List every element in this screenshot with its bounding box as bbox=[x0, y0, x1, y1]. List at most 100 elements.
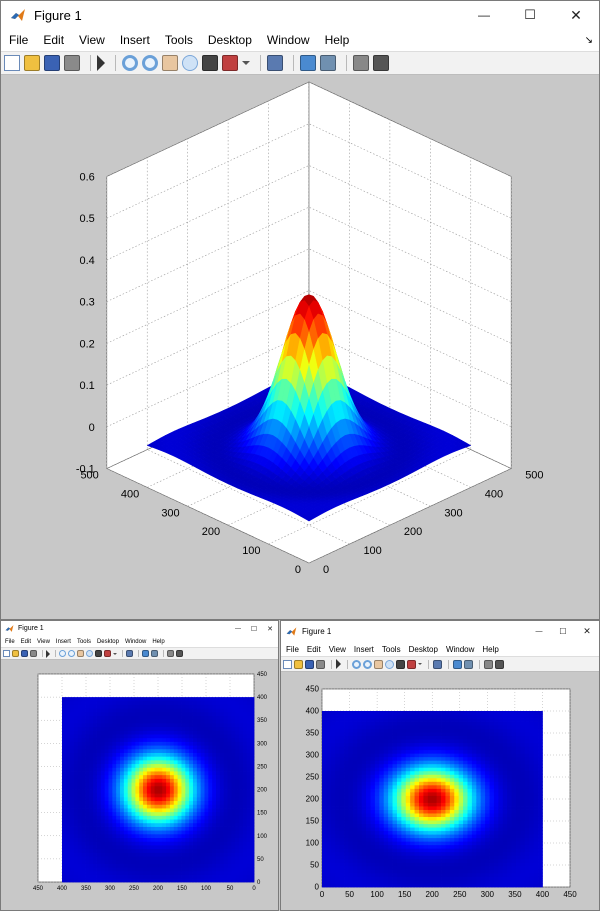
zoom-out-icon[interactable] bbox=[142, 55, 158, 71]
menu-window[interactable]: Window bbox=[267, 33, 310, 47]
close-button[interactable]: ✕ bbox=[262, 621, 278, 636]
brush-dropdown-icon[interactable] bbox=[418, 663, 422, 665]
hide-tools-icon[interactable] bbox=[167, 650, 174, 657]
new-figure-icon[interactable] bbox=[3, 650, 10, 657]
heatmap-cell bbox=[88, 830, 94, 835]
menu-window[interactable]: Window bbox=[446, 645, 474, 654]
brush-dropdown-icon[interactable] bbox=[113, 652, 117, 655]
menu-tools[interactable]: Tools bbox=[165, 33, 193, 47]
maximize-button[interactable]: ☐ bbox=[246, 621, 262, 636]
save-icon[interactable] bbox=[21, 650, 28, 657]
minimize-button[interactable]: — bbox=[230, 621, 246, 636]
legend-icon[interactable] bbox=[151, 650, 158, 657]
menu-help[interactable]: Help bbox=[325, 33, 350, 47]
zoom-in-icon[interactable] bbox=[59, 650, 66, 657]
brush-icon[interactable] bbox=[407, 659, 416, 669]
heatmap-cell bbox=[150, 833, 155, 839]
zoom-out-icon[interactable] bbox=[68, 650, 75, 657]
menu-edit[interactable]: Edit bbox=[21, 639, 31, 645]
legend-icon[interactable] bbox=[464, 659, 473, 669]
menu-edit[interactable]: Edit bbox=[43, 33, 64, 47]
heatmap-cell bbox=[234, 737, 240, 742]
menu-insert[interactable]: Insert bbox=[120, 33, 150, 47]
minimize-button[interactable]: — bbox=[527, 621, 551, 642]
print-icon[interactable] bbox=[64, 55, 80, 71]
open-file-icon[interactable] bbox=[294, 659, 303, 669]
rotate-3d-icon[interactable] bbox=[182, 55, 198, 71]
close-button[interactable]: ✕ bbox=[575, 621, 599, 642]
menu-edit[interactable]: Edit bbox=[307, 645, 321, 654]
open-file-icon[interactable] bbox=[24, 55, 40, 71]
menu-view[interactable]: View bbox=[329, 645, 346, 654]
heatmap-cell bbox=[215, 771, 220, 776]
show-tools-icon[interactable] bbox=[495, 659, 504, 669]
rotate-3d-icon[interactable] bbox=[86, 650, 93, 657]
menu-desktop[interactable]: Desktop bbox=[409, 645, 438, 654]
heatmap-cell bbox=[69, 845, 74, 850]
title-bar[interactable]: Figure 1 — ☐ ✕ bbox=[1, 1, 599, 29]
menu-desktop[interactable]: Desktop bbox=[97, 639, 119, 645]
pan-hand-icon[interactable] bbox=[77, 650, 84, 657]
link-plot-icon[interactable] bbox=[126, 650, 133, 657]
pointer-icon[interactable] bbox=[336, 659, 341, 669]
zoom-out-icon[interactable] bbox=[363, 659, 372, 669]
brush-icon[interactable] bbox=[104, 650, 111, 657]
maximize-button[interactable]: ☐ bbox=[551, 621, 575, 642]
title-bar[interactable]: Figure 1 — ☐ ✕ bbox=[1, 621, 278, 636]
hide-tools-icon[interactable] bbox=[484, 659, 493, 669]
colorbar-icon[interactable] bbox=[142, 650, 149, 657]
print-icon[interactable] bbox=[30, 650, 37, 657]
brush-icon[interactable] bbox=[222, 55, 238, 71]
heatmap-cell bbox=[234, 730, 240, 735]
print-icon[interactable] bbox=[316, 659, 325, 669]
maximize-button[interactable]: ☐ bbox=[507, 1, 553, 29]
colorbar-icon[interactable] bbox=[453, 659, 462, 669]
title-bar[interactable]: Figure 1 — ☐ ✕ bbox=[281, 621, 599, 642]
menu-desktop[interactable]: Desktop bbox=[208, 33, 252, 47]
menu-view[interactable]: View bbox=[37, 639, 50, 645]
pan-hand-icon[interactable] bbox=[162, 55, 178, 71]
menu-file[interactable]: File bbox=[5, 639, 15, 645]
pan-hand-icon[interactable] bbox=[374, 659, 383, 669]
menu-file[interactable]: File bbox=[9, 33, 28, 47]
zoom-in-icon[interactable] bbox=[122, 55, 138, 71]
heatmap-cell bbox=[104, 737, 109, 742]
hide-tools-icon[interactable] bbox=[353, 55, 369, 71]
menu-window[interactable]: Window bbox=[125, 639, 146, 645]
link-plot-icon[interactable] bbox=[267, 55, 283, 71]
menu-view[interactable]: View bbox=[79, 33, 105, 47]
minimize-button[interactable]: — bbox=[461, 1, 507, 29]
heatmap-cell bbox=[158, 815, 163, 820]
menu-tools[interactable]: Tools bbox=[77, 639, 91, 645]
close-button[interactable]: ✕ bbox=[553, 1, 599, 29]
menu-help[interactable]: Help bbox=[482, 645, 498, 654]
dock-arrow-icon[interactable]: ↘ bbox=[585, 35, 593, 46]
heatmap-cell bbox=[119, 782, 124, 787]
menu-tools[interactable]: Tools bbox=[382, 645, 401, 654]
pointer-icon[interactable] bbox=[46, 649, 50, 658]
menu-help[interactable]: Help bbox=[152, 639, 164, 645]
heatmap-cell bbox=[134, 741, 140, 746]
open-file-icon[interactable] bbox=[12, 650, 19, 657]
show-tools-icon[interactable] bbox=[373, 55, 389, 71]
save-icon[interactable] bbox=[305, 659, 314, 669]
data-cursor-icon[interactable] bbox=[202, 55, 218, 71]
show-tools-icon[interactable] bbox=[176, 650, 183, 657]
data-cursor-icon[interactable] bbox=[396, 659, 405, 669]
save-icon[interactable] bbox=[44, 55, 60, 71]
menu-file[interactable]: File bbox=[286, 645, 299, 654]
menu-insert[interactable]: Insert bbox=[354, 645, 374, 654]
heatmap-cell bbox=[165, 796, 170, 802]
menu-insert[interactable]: Insert bbox=[56, 639, 71, 645]
new-figure-icon[interactable] bbox=[283, 659, 292, 669]
zoom-in-icon[interactable] bbox=[352, 659, 361, 669]
new-figure-icon[interactable] bbox=[4, 55, 20, 71]
link-plot-icon[interactable] bbox=[433, 659, 442, 669]
heatmap-cell bbox=[361, 784, 367, 789]
colorbar-icon[interactable] bbox=[300, 55, 316, 71]
data-cursor-icon[interactable] bbox=[95, 650, 102, 657]
rotate-3d-icon[interactable] bbox=[385, 659, 394, 669]
pointer-icon[interactable] bbox=[97, 55, 105, 71]
brush-dropdown-icon[interactable] bbox=[242, 61, 250, 65]
legend-icon[interactable] bbox=[320, 55, 336, 71]
